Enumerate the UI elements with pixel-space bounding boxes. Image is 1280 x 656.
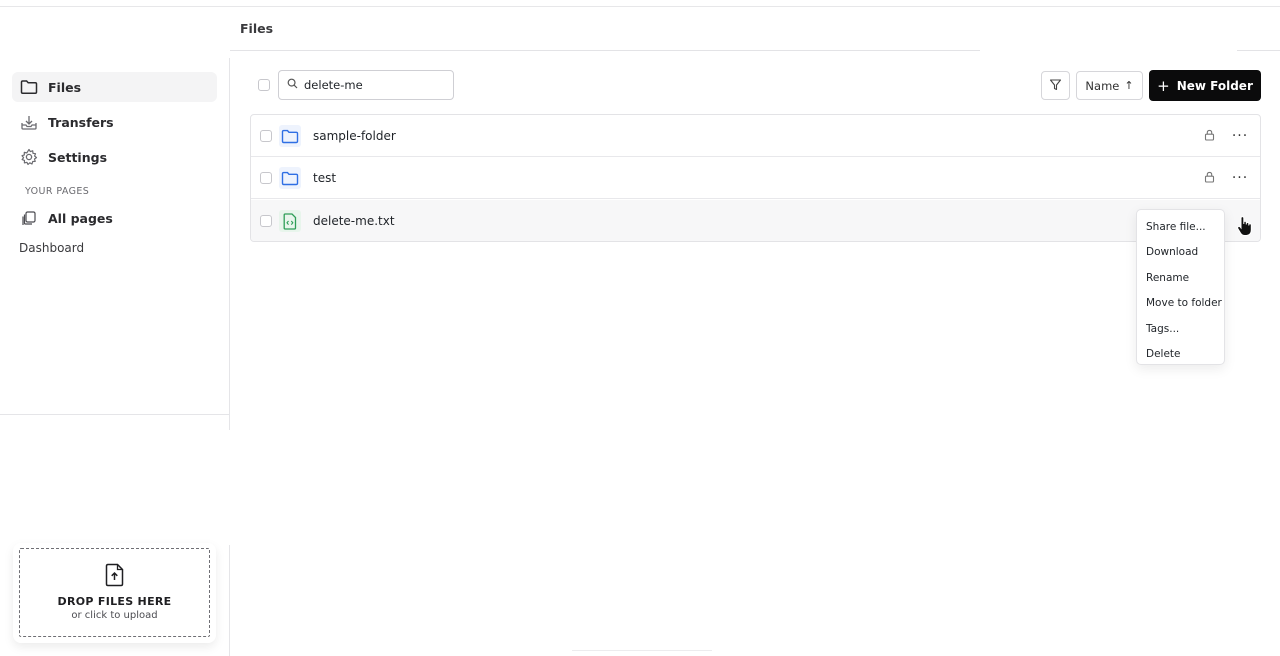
menu-item-rename[interactable]: Rename (1137, 265, 1224, 291)
code-file-icon (279, 210, 301, 232)
folder-icon (279, 167, 301, 189)
pages-icon (20, 209, 38, 227)
sort-label: Name (1085, 78, 1120, 93)
gear-icon (20, 148, 38, 166)
row-checkbox[interactable] (260, 215, 272, 227)
folder-icon (20, 78, 38, 96)
sidebar-item-files[interactable]: Files (12, 72, 217, 102)
new-folder-label: New Folder (1176, 78, 1253, 93)
row-checkbox[interactable] (260, 172, 272, 184)
page-title: Files (240, 21, 274, 36)
section-label: YOUR PAGES (25, 186, 90, 197)
sidebar-item-dashboard[interactable]: Dashboard (19, 241, 84, 255)
sidebar-item-label: Transfers (48, 114, 114, 130)
footer-line (572, 650, 712, 651)
ellipsis-icon: ··· (1231, 128, 1249, 144)
sidebar-item-label: Settings (48, 149, 108, 165)
upload-dropzone[interactable]: DROP FILES HERE or click to upload (19, 548, 210, 637)
filter-icon (1049, 78, 1062, 94)
file-context-menu: Share file... Download Rename Move to fo… (1136, 209, 1225, 365)
lock-icon (1204, 171, 1215, 186)
more-actions-button[interactable]: ··· (1229, 168, 1251, 188)
sidebar-item-label: Files (48, 79, 82, 95)
page-header: Files (230, 7, 1280, 51)
header-divider (1237, 50, 1280, 51)
table-row[interactable]: test ··· (251, 157, 1260, 199)
sidebar-divider (229, 545, 230, 656)
lock-icon (1204, 129, 1215, 144)
new-folder-button[interactable]: + New Folder (1149, 70, 1261, 101)
select-all-checkbox[interactable] (258, 79, 270, 91)
menu-item-delete[interactable]: Delete (1137, 342, 1224, 368)
sidebar-item-all-pages[interactable]: All pages (12, 203, 217, 233)
hand-cursor-icon (1236, 215, 1254, 240)
file-name[interactable]: test (313, 171, 336, 185)
download-tray-icon (20, 113, 38, 131)
arrow-up-icon: ↑ (1124, 79, 1134, 92)
sidebar-item-label: All pages (48, 210, 113, 226)
file-list: sample-folder ··· test ··· delete-me.txt (250, 114, 1261, 242)
menu-item-share[interactable]: Share file... (1137, 214, 1224, 240)
file-name[interactable]: delete-me.txt (313, 214, 395, 228)
search-input[interactable] (304, 78, 444, 92)
sidebar-divider (229, 58, 230, 430)
table-row[interactable]: sample-folder ··· (251, 115, 1260, 157)
plus-icon: + (1157, 76, 1170, 95)
menu-item-move-to-folder[interactable]: Move to folder (1137, 291, 1224, 317)
search-box (278, 70, 454, 100)
header-divider (230, 50, 980, 51)
dropzone-subtitle: or click to upload (71, 610, 158, 621)
table-row[interactable]: delete-me.txt (251, 200, 1260, 241)
menu-item-tags[interactable]: Tags... (1137, 316, 1224, 342)
dropzone-title: DROP FILES HERE (57, 595, 172, 608)
search-icon (287, 78, 298, 92)
filter-button[interactable] (1041, 71, 1070, 100)
menu-item-download[interactable]: Download (1137, 240, 1224, 266)
sidebar-divider (0, 414, 230, 415)
ellipsis-icon: ··· (1231, 170, 1249, 186)
sidebar-item-settings[interactable]: Settings (12, 142, 217, 172)
folder-icon (279, 125, 301, 147)
sidebar-item-transfers[interactable]: Transfers (12, 107, 217, 137)
more-actions-button[interactable]: ··· (1229, 126, 1251, 146)
file-upload-icon (105, 563, 125, 590)
row-checkbox[interactable] (260, 130, 272, 142)
sort-button[interactable]: Name ↑ (1076, 71, 1143, 100)
file-name[interactable]: sample-folder (313, 129, 396, 143)
